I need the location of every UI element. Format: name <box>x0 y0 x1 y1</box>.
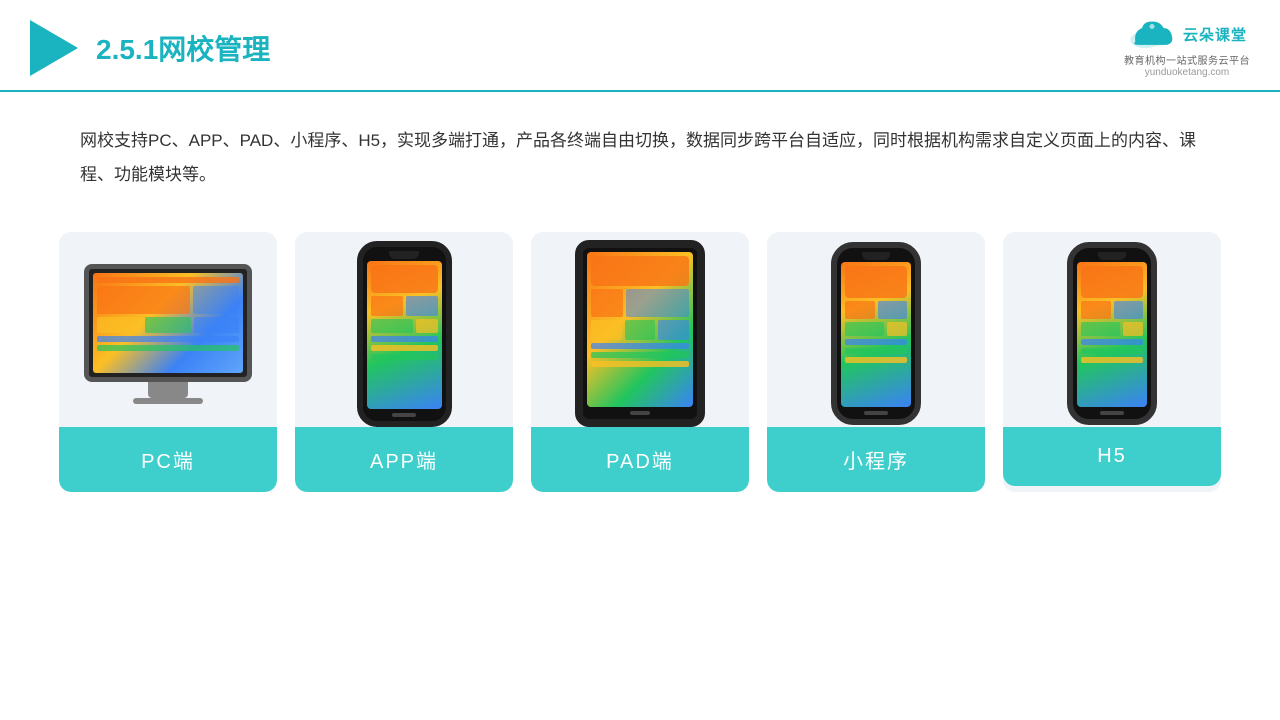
card-h5: H5 <box>1003 232 1221 492</box>
cards-area: PC端 <box>0 222 1280 492</box>
cloud-icon <box>1127 18 1177 50</box>
brand-name-text: 云朵课堂 <box>1183 24 1247 45</box>
header-left: 2.5.1网校管理 <box>30 20 270 76</box>
app-phone-icon <box>357 241 452 427</box>
card-pad: PAD端 <box>531 232 749 492</box>
pad-tablet-icon <box>575 240 705 427</box>
card-app: APP端 <box>295 232 513 492</box>
miniprogram-phone-icon <box>831 242 921 425</box>
card-pc-label: PC端 <box>59 427 277 492</box>
logo-triangle-icon <box>30 20 78 76</box>
page-title: 2.5.1网校管理 <box>96 28 270 68</box>
brand-url-text: yunduoketang.com <box>1145 67 1230 78</box>
card-miniprogram-image <box>767 232 985 427</box>
card-pc-image <box>59 232 277 427</box>
card-pc: PC端 <box>59 232 277 492</box>
card-pad-label: PAD端 <box>531 427 749 492</box>
h5-phone-icon <box>1067 242 1157 425</box>
card-miniprogram-label: 小程序 <box>767 427 985 492</box>
card-miniprogram: 小程序 <box>767 232 985 492</box>
description-text: 网校支持PC、APP、PAD、小程序、H5，实现多端打通，产品各终端自由切换，数… <box>0 92 1280 212</box>
card-app-label: APP端 <box>295 427 513 492</box>
card-pad-image <box>531 232 749 427</box>
cloud-logo-area: 云朵课堂 <box>1127 18 1247 50</box>
pc-monitor-icon <box>84 264 252 404</box>
card-h5-image <box>1003 232 1221 427</box>
card-h5-label: H5 <box>1003 427 1221 486</box>
brand-subtitle-text: 教育机构一站式服务云平台 <box>1124 52 1250 67</box>
header: 2.5.1网校管理 云朵课堂 教育机构一站式服务云平台 yunduoketang… <box>0 0 1280 92</box>
card-app-image <box>295 232 513 427</box>
brand-logo: 云朵课堂 教育机构一站式服务云平台 yunduoketang.com <box>1124 18 1250 78</box>
